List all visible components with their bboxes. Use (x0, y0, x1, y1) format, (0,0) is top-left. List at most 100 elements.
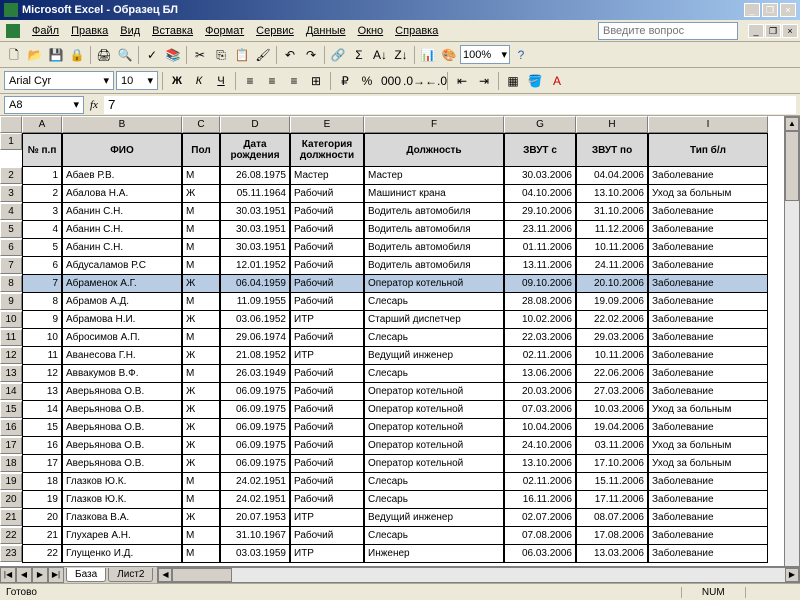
cell-F17[interactable]: Оператор котельной (364, 437, 504, 455)
cell-H18[interactable]: 17.10.2006 (576, 455, 648, 473)
vscroll-thumb[interactable] (785, 131, 799, 201)
cell-G5[interactable]: 23.11.2006 (504, 221, 576, 239)
cell-A8[interactable]: 7 (22, 275, 62, 293)
tab-prev-button[interactable]: ◀ (16, 567, 32, 583)
row-header-16[interactable]: 16 (0, 419, 22, 436)
cell-H8[interactable]: 20.10.2006 (576, 275, 648, 293)
cell-F20[interactable]: Слесарь (364, 491, 504, 509)
cell-H9[interactable]: 19.09.2006 (576, 293, 648, 311)
zoom-combo[interactable]: 100%▾ (460, 45, 510, 64)
cell-C11[interactable]: М (182, 329, 220, 347)
sheet-tab-active[interactable]: База (66, 568, 106, 582)
cell-D5[interactable]: 30.03.1951 (220, 221, 290, 239)
cell-G10[interactable]: 10.02.2006 (504, 311, 576, 329)
cell-I3[interactable]: Уход за больным (648, 185, 768, 203)
cell-C12[interactable]: Ж (182, 347, 220, 365)
cell-B19[interactable]: Глазков Ю.К. (62, 473, 182, 491)
tab-next-button[interactable]: ▶ (32, 567, 48, 583)
cell-D6[interactable]: 30.03.1951 (220, 239, 290, 257)
cell-C10[interactable]: Ж (182, 311, 220, 329)
cell-B4[interactable]: Абанин С.Н. (62, 203, 182, 221)
cell-B16[interactable]: Аверьянова О.В. (62, 419, 182, 437)
cell-B14[interactable]: Аверьянова О.В. (62, 383, 182, 401)
cell-H14[interactable]: 27.03.2006 (576, 383, 648, 401)
preview-button[interactable]: 🔍 (115, 45, 135, 65)
row-header-9[interactable]: 9 (0, 293, 22, 310)
cell-I20[interactable]: Заболевание (648, 491, 768, 509)
cell-A18[interactable]: 17 (22, 455, 62, 473)
cell-I5[interactable]: Заболевание (648, 221, 768, 239)
cell-A15[interactable]: 14 (22, 401, 62, 419)
cell-D9[interactable]: 11.09.1955 (220, 293, 290, 311)
col-header-G[interactable]: G (504, 116, 576, 133)
cell-E3[interactable]: Рабочий (290, 185, 364, 203)
col-header-D[interactable]: D (220, 116, 290, 133)
row-header-7[interactable]: 7 (0, 257, 22, 274)
cell-F15[interactable]: Оператор котельной (364, 401, 504, 419)
grid[interactable]: ABCDEFGHI1№ п.пФИОПолДата рожденияКатего… (0, 116, 800, 563)
cell-E5[interactable]: Рабочий (290, 221, 364, 239)
cell-F23[interactable]: Инженер (364, 545, 504, 563)
cell-H2[interactable]: 04.04.2006 (576, 167, 648, 185)
maximize-button[interactable]: ❐ (762, 3, 778, 17)
open-button[interactable]: 📂 (25, 45, 45, 65)
new-button[interactable]: 🗋 (4, 45, 24, 65)
cell-F6[interactable]: Водитель автомобиля (364, 239, 504, 257)
cell-D7[interactable]: 12.01.1952 (220, 257, 290, 275)
row-header-6[interactable]: 6 (0, 239, 22, 256)
font-name-combo[interactable]: Arial Cyr▾ (4, 71, 114, 90)
scroll-right-button[interactable]: ▶ (785, 568, 799, 582)
cell-B5[interactable]: Абанин С.Н. (62, 221, 182, 239)
cell-I16[interactable]: Заболевание (648, 419, 768, 437)
hyperlink-button[interactable]: 🔗 (328, 45, 348, 65)
cell-B6[interactable]: Абанин С.Н. (62, 239, 182, 257)
cell-B17[interactable]: Аверьянова О.В. (62, 437, 182, 455)
drawing-button[interactable]: 🎨 (439, 45, 459, 65)
format-painter-button[interactable]: 🖌 (253, 45, 273, 65)
cell-D16[interactable]: 06.09.1975 (220, 419, 290, 437)
italic-button[interactable]: К (189, 71, 209, 91)
cell-B9[interactable]: Абрамов А.Д. (62, 293, 182, 311)
cell-I15[interactable]: Уход за больным (648, 401, 768, 419)
cell-A19[interactable]: 18 (22, 473, 62, 491)
cell-H15[interactable]: 10.03.2006 (576, 401, 648, 419)
row-header-3[interactable]: 3 (0, 185, 22, 202)
row-header-22[interactable]: 22 (0, 527, 22, 544)
row-header-17[interactable]: 17 (0, 437, 22, 454)
cell-F10[interactable]: Старший диспетчер (364, 311, 504, 329)
col-header-A[interactable]: A (22, 116, 62, 133)
cell-A23[interactable]: 22 (22, 545, 62, 563)
cell-A2[interactable]: 1 (22, 167, 62, 185)
cell-C17[interactable]: Ж (182, 437, 220, 455)
cell-F5[interactable]: Водитель автомобиля (364, 221, 504, 239)
cell-H19[interactable]: 15.11.2006 (576, 473, 648, 491)
cell-H13[interactable]: 22.06.2006 (576, 365, 648, 383)
menu-view[interactable]: Вид (114, 23, 146, 39)
col-header-C[interactable]: C (182, 116, 220, 133)
cell-C8[interactable]: Ж (182, 275, 220, 293)
cell-A10[interactable]: 9 (22, 311, 62, 329)
minimize-button[interactable]: _ (744, 3, 760, 17)
cell-B23[interactable]: Глущенко И.Д. (62, 545, 182, 563)
cell-H10[interactable]: 22.02.2006 (576, 311, 648, 329)
cell-D21[interactable]: 20.07.1953 (220, 509, 290, 527)
cell-I12[interactable]: Заболевание (648, 347, 768, 365)
fill-color-button[interactable]: 🪣 (525, 71, 545, 91)
cell-I11[interactable]: Заболевание (648, 329, 768, 347)
cell-C4[interactable]: М (182, 203, 220, 221)
cell-H16[interactable]: 19.04.2006 (576, 419, 648, 437)
cell-G23[interactable]: 06.03.2006 (504, 545, 576, 563)
cell-G2[interactable]: 30.03.2006 (504, 167, 576, 185)
cell-F13[interactable]: Слесарь (364, 365, 504, 383)
cell-E12[interactable]: ИТР (290, 347, 364, 365)
cell-F11[interactable]: Слесарь (364, 329, 504, 347)
paste-button[interactable]: 📋 (232, 45, 252, 65)
menu-window[interactable]: Окно (352, 23, 390, 39)
cell-D19[interactable]: 24.02.1951 (220, 473, 290, 491)
cell-A5[interactable]: 4 (22, 221, 62, 239)
cell-E18[interactable]: Рабочий (290, 455, 364, 473)
sheet-tab-inactive[interactable]: Лист2 (108, 568, 153, 582)
cell-I4[interactable]: Заболевание (648, 203, 768, 221)
cell-D22[interactable]: 31.10.1967 (220, 527, 290, 545)
row-header-18[interactable]: 18 (0, 455, 22, 472)
